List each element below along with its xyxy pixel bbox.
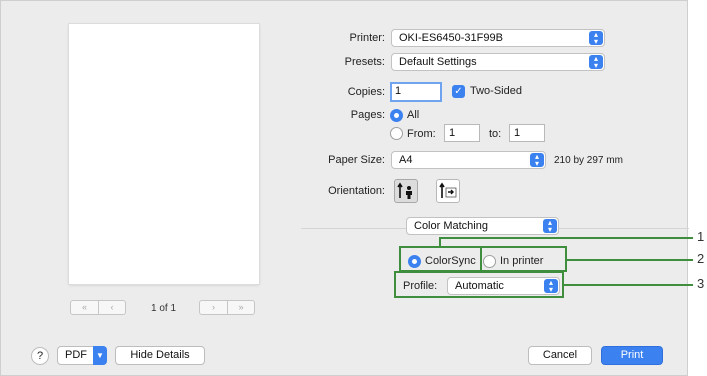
help-button[interactable]: ? [31, 347, 49, 365]
landscape-icon [439, 182, 457, 198]
pages-from-radio[interactable] [390, 127, 403, 140]
callout-number-1: 1 [697, 229, 705, 244]
portrait-icon [397, 182, 412, 199]
prev-page-button[interactable]: ‹ [98, 301, 125, 314]
pages-all-radio[interactable] [390, 109, 403, 122]
copies-field[interactable]: 1 [390, 82, 442, 102]
presets-value: Default Settings [399, 56, 477, 68]
presets-label: Presets: [344, 56, 385, 68]
pages-to-field[interactable]: 1 [509, 124, 545, 142]
two-sided-label: Two-Sided [470, 85, 522, 97]
section-popup[interactable]: Color Matching ▴ ▾ [406, 217, 559, 235]
paper-size-value: A4 [399, 154, 413, 166]
presets-popup[interactable]: Default Settings ▴ ▾ [391, 53, 605, 71]
callout-box-profile [394, 271, 564, 298]
pager-forward-group: › » [199, 300, 255, 315]
printer-stepper-icon: ▴ ▾ [589, 31, 603, 46]
copies-label: Copies: [347, 86, 385, 98]
two-sided-checkbox[interactable]: ✓ [452, 85, 465, 98]
section-stepper-icon: ▴ ▾ [543, 219, 557, 234]
portrait-orientation-button[interactable] [394, 179, 418, 203]
printer-popup[interactable]: OKI-ES6450-31F99B ▴ ▾ [391, 29, 605, 47]
print-dialog: « ‹ 1 of 1 › » Printer: OKI-ES6450-31F99… [0, 0, 689, 376]
callout-leader-1 [439, 237, 693, 239]
callout-number-3: 3 [697, 276, 705, 291]
callout-box-in-printer [480, 246, 567, 272]
first-page-button[interactable]: « [71, 301, 98, 314]
chevron-down-icon: ▼ [93, 346, 107, 365]
pages-label: Pages: [350, 109, 385, 121]
pager-back-group: « ‹ [70, 300, 126, 315]
orientation-label: Orientation: [328, 185, 385, 197]
pdf-menu-button[interactable]: PDF ▼ [57, 346, 107, 365]
callout-leader-3 [563, 284, 693, 286]
pages-to-label: to: [489, 128, 502, 140]
print-button[interactable]: Print [601, 346, 663, 365]
pages-from-field[interactable]: 1 [444, 124, 480, 142]
callout-leader-2 [566, 259, 693, 261]
page-count: 1 of 1 [151, 303, 177, 314]
callout-box-colorsync [399, 246, 482, 272]
presets-stepper-icon: ▴ ▾ [589, 55, 603, 70]
paper-dimensions: 210 by 297 mm [554, 155, 623, 166]
pages-from-label: From: [407, 128, 436, 140]
print-preview-page [69, 24, 259, 284]
paper-size-stepper-icon: ▴ ▾ [530, 153, 544, 168]
next-page-button[interactable]: › [200, 301, 227, 314]
landscape-orientation-button[interactable] [436, 179, 460, 203]
callout-number-2: 2 [697, 251, 705, 266]
pages-all-label: All [407, 109, 420, 121]
paper-size-popup[interactable]: A4 ▴ ▾ [391, 151, 546, 169]
pdf-label: PDF [65, 349, 87, 361]
cancel-button[interactable]: Cancel [528, 346, 592, 365]
section-popup-value: Color Matching [414, 220, 488, 232]
hide-details-button[interactable]: Hide Details [115, 346, 205, 365]
printer-label: Printer: [349, 32, 385, 44]
paper-size-label: Paper Size: [328, 154, 385, 166]
last-page-button[interactable]: » [227, 301, 254, 314]
printer-value: OKI-ES6450-31F99B [399, 32, 503, 44]
